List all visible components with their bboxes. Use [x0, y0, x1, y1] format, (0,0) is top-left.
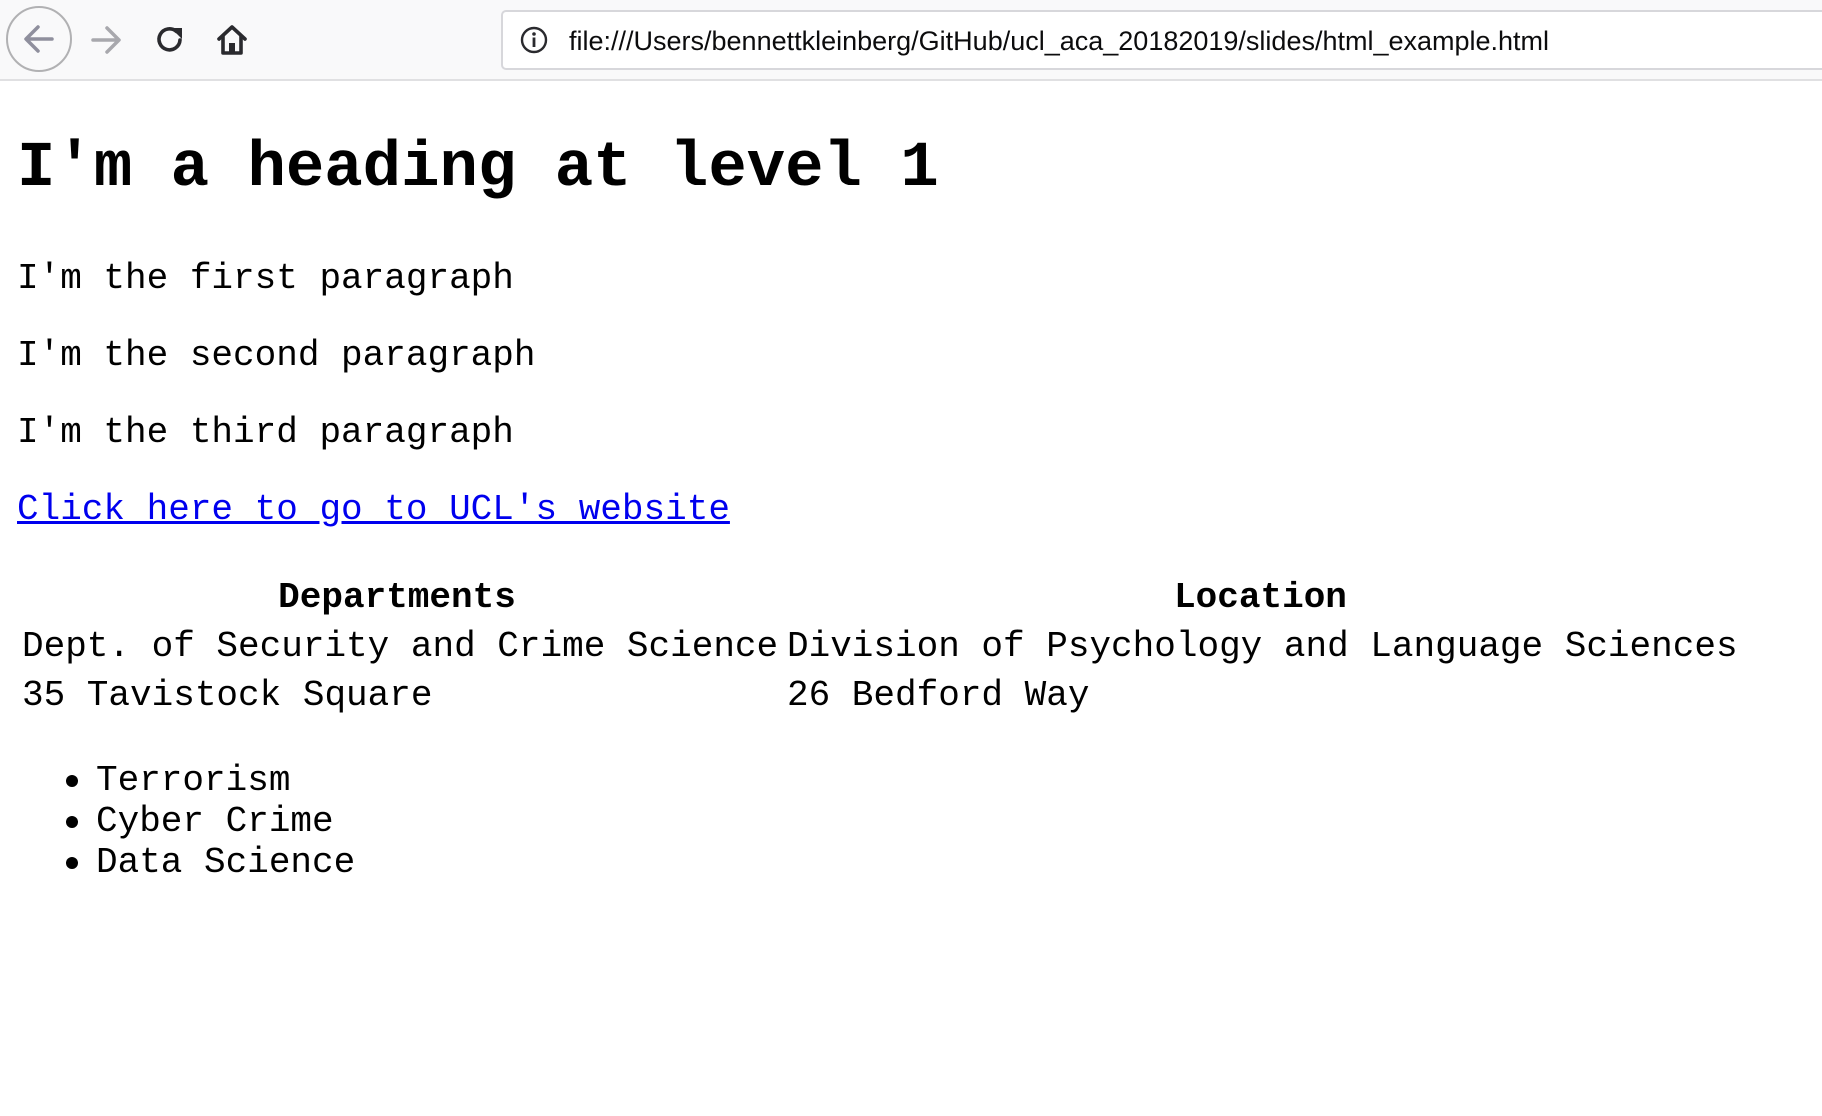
back-button[interactable]	[6, 6, 72, 72]
list-item-text: Terrorism	[96, 760, 291, 801]
list-item: Data Science	[0, 842, 355, 883]
address-bar[interactable]: file:///Users/bennettkleinberg/GitHub/uc…	[501, 10, 1822, 70]
bullet-icon	[66, 816, 78, 828]
list-item-text: Cyber Crime	[96, 801, 334, 842]
table-cell: Dept. of Security and Crime Science	[22, 626, 779, 667]
table-cell: 26 Bedford Way	[787, 675, 1090, 716]
reload-icon	[157, 27, 182, 52]
forward-arrow-icon	[91, 26, 121, 54]
bullet-icon	[66, 775, 78, 787]
list-item: Terrorism	[0, 760, 355, 801]
reload-button[interactable]	[146, 16, 194, 64]
topics-list: Terrorism Cyber Crime Data Science	[0, 760, 355, 883]
browser-toolbar: file:///Users/bennettkleinberg/GitHub/uc…	[0, 0, 1822, 81]
home-button[interactable]	[208, 16, 256, 64]
page-heading: I'm a heading at level 1	[17, 133, 939, 205]
info-icon[interactable]	[519, 25, 549, 55]
paragraph-second: I'm the second paragraph	[17, 335, 536, 376]
paragraph-third: I'm the third paragraph	[17, 412, 514, 453]
forward-button[interactable]	[82, 16, 130, 64]
table-header-location: Location	[1174, 577, 1347, 618]
page-content: I'm a heading at level 1 I'm the first p…	[0, 81, 1822, 1116]
table-header-departments: Departments	[278, 577, 516, 618]
bullet-icon	[66, 857, 78, 869]
url-text[interactable]: file:///Users/bennettkleinberg/GitHub/uc…	[569, 25, 1549, 57]
ucl-website-link[interactable]: Click here to go to UCL's website	[17, 490, 730, 530]
list-item: Cyber Crime	[0, 801, 355, 842]
home-icon	[217, 25, 247, 55]
table-cell: Division of Psychology and Language Scie…	[787, 626, 1738, 667]
table-cell: 35 Tavistock Square	[22, 675, 433, 716]
paragraph-first: I'm the first paragraph	[17, 258, 514, 299]
back-arrow-icon	[24, 25, 54, 53]
list-item-text: Data Science	[96, 842, 356, 883]
